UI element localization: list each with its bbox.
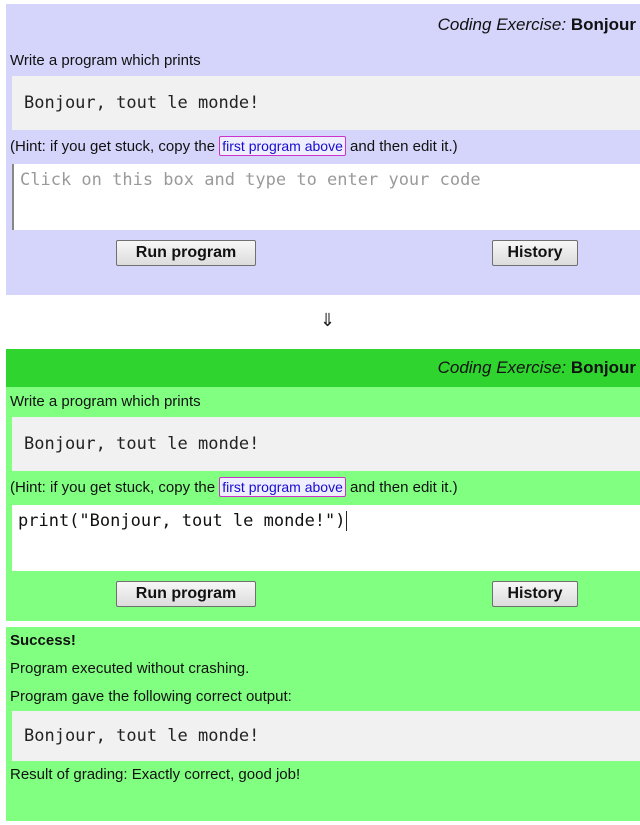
hint-text-before: (Hint: if you get stuck, copy the <box>10 138 216 155</box>
header-title: Bonjour <box>570 358 636 377</box>
program-output-box: Bonjour, tout le monde! <box>12 711 640 761</box>
instruction-text: Write a program which prints <box>10 393 201 410</box>
hint-text-after: and then edit it.) <box>350 138 458 155</box>
expected-output-box: Bonjour, tout le monde! <box>12 417 640 471</box>
exercise-panel-before: Coding Exercise: Bonjour Write a program… <box>6 4 640 295</box>
result-line-output-intro: Program gave the following correct outpu… <box>10 688 292 705</box>
header-prefix: Coding Exercise: <box>437 358 567 377</box>
hint-line: (Hint: if you get stuck, copy the first … <box>6 471 640 505</box>
grading-result: Result of grading: Exactly correct, good… <box>10 766 301 783</box>
expected-output-box: Bonjour, tout le monde! <box>12 76 640 130</box>
editor-placeholder: Click on this box and type to enter your… <box>20 170 481 190</box>
result-line-executed: Program executed without crashing. <box>10 660 250 677</box>
code-editor[interactable]: Click on this box and type to enter your… <box>12 164 640 230</box>
run-program-button[interactable]: Run program <box>116 240 256 266</box>
first-program-link[interactable]: first program above <box>219 136 346 156</box>
code-editor[interactable]: print("Bonjour, tout le monde!") <box>12 505 640 571</box>
text-caret <box>345 511 347 531</box>
exercise-header: Coding Exercise: Bonjour <box>6 349 640 387</box>
exercise-header: Coding Exercise: Bonjour <box>6 4 640 46</box>
result-section: Success! Program executed without crashi… <box>6 627 640 789</box>
down-arrow-icon: ⇓ <box>320 310 336 330</box>
first-program-link[interactable]: first program above <box>219 477 346 497</box>
button-row: Run program History <box>6 571 640 621</box>
run-program-button[interactable]: Run program <box>116 581 256 607</box>
editor-code: print("Bonjour, tout le monde!") <box>18 511 346 531</box>
exercise-panel-after: Coding Exercise: Bonjour Write a program… <box>6 349 640 821</box>
header-prefix: Coding Exercise: <box>437 15 567 34</box>
hint-text-before: (Hint: if you get stuck, copy the <box>10 479 216 496</box>
hint-text-after: and then edit it.) <box>350 479 458 496</box>
hint-line: (Hint: if you get stuck, copy the first … <box>6 130 640 164</box>
history-button[interactable]: History <box>492 240 578 266</box>
header-title: Bonjour <box>570 15 636 34</box>
result-status: Success! <box>10 632 76 649</box>
history-button[interactable]: History <box>492 581 578 607</box>
instruction-text: Write a program which prints <box>10 52 201 69</box>
button-row: Run program History <box>6 230 640 280</box>
